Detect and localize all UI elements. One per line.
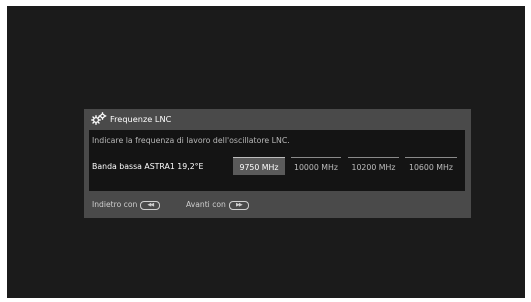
- next-hint[interactable]: Avanti con ▶▶: [186, 200, 249, 210]
- frequency-option-label: 10600 MHz: [409, 163, 453, 172]
- back-label: Indietro con: [92, 200, 138, 209]
- instruction-text: Indicare la frequenza di lavoro dell'osc…: [92, 136, 290, 145]
- back-hint[interactable]: Indietro con ◀◀: [92, 200, 161, 210]
- dialog-header: Frequenze LNC: [84, 109, 471, 129]
- frequency-option-10000[interactable]: 10000 MHz: [291, 157, 341, 175]
- dialog-title: Frequenze LNC: [110, 114, 172, 124]
- gears-icon: [91, 112, 107, 125]
- fast-forward-button-icon: ▶▶: [228, 200, 249, 210]
- frequency-option-9750[interactable]: 9750 MHz: [233, 157, 285, 175]
- frequency-option-label: 10200 MHz: [351, 163, 396, 172]
- frequency-option-10600[interactable]: 10600 MHz: [405, 157, 457, 175]
- dialog-body: Indicare la frequenza di lavoro dell'osc…: [89, 130, 465, 191]
- lnc-frequency-dialog: Frequenze LNC Indicare la frequenza di l…: [84, 109, 471, 218]
- frequency-option-10200[interactable]: 10200 MHz: [348, 157, 399, 175]
- frequency-option-label: 10000 MHz: [294, 163, 338, 172]
- tv-screen: Frequenze LNC Indicare la frequenza di l…: [7, 6, 525, 298]
- setting-label: Banda bassa ASTRA1 19,2°E: [92, 162, 204, 171]
- next-label: Avanti con: [186, 200, 226, 209]
- frequency-option-label: 9750 MHz: [239, 163, 279, 172]
- rewind-button-icon: ◀◀: [140, 200, 161, 210]
- dialog-footer: Indietro con ◀◀ Avanti con ▶▶: [84, 195, 471, 215]
